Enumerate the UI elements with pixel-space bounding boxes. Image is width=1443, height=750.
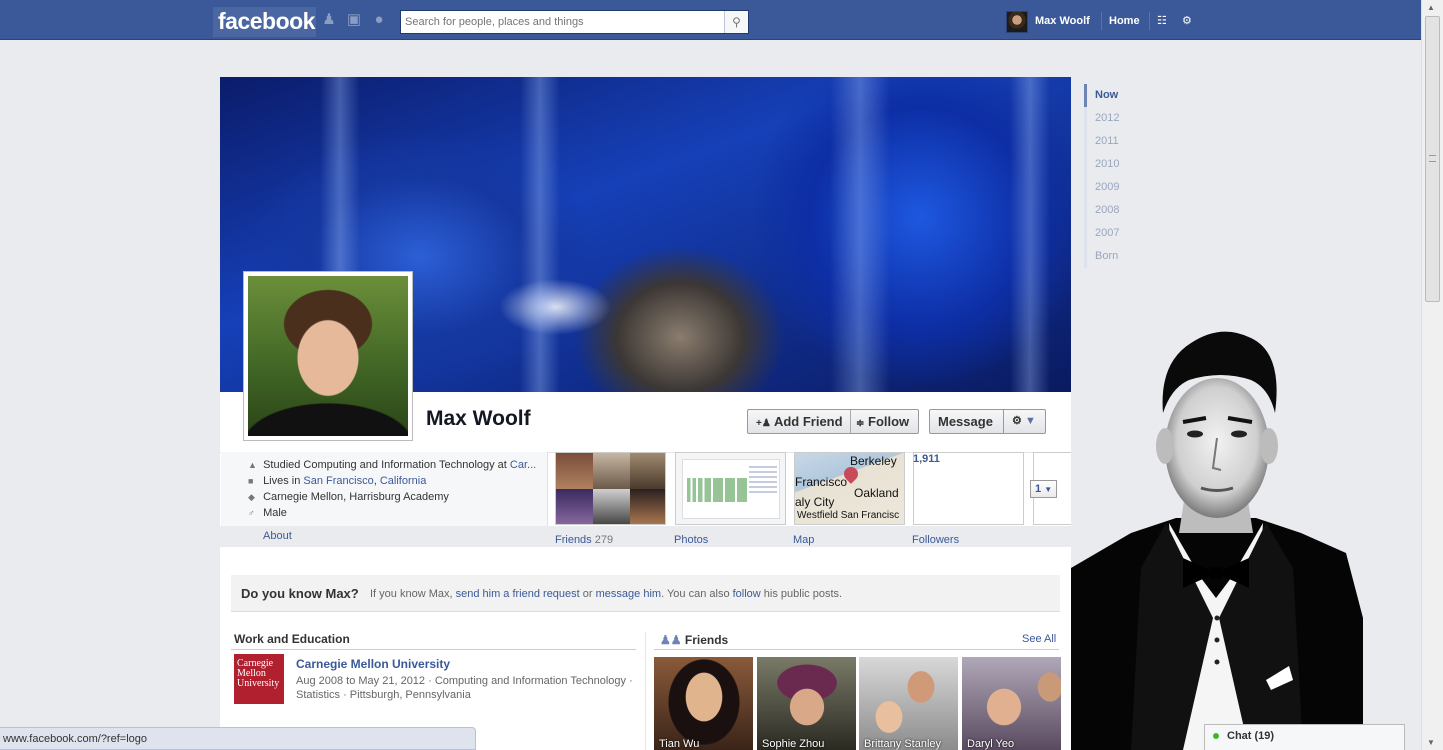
state-link[interactable]: California [380,475,426,487]
followers-count[interactable]: 1,911 [913,453,940,465]
send-friend-request-link[interactable]: send him a friend request [456,588,580,600]
friends-thumbnail[interactable] [555,452,666,525]
year-link[interactable]: Born [1087,245,1134,268]
year-link[interactable]: 2009 [1087,176,1134,199]
followers-thumb-label[interactable]: Followers [912,534,959,546]
work-education-title: Work and Education [234,632,350,646]
privacy-icon[interactable]: ☷ [1157,14,1167,27]
facebook-logo[interactable]: facebook [213,7,316,37]
education-icon: ▲ [248,460,257,470]
follow-button[interactable]: ≑ Follow [856,410,909,433]
photos-thumbnail[interactable] [675,452,786,525]
male-icon: ♂ [248,508,255,518]
scroll-grip-icon [1429,155,1436,162]
school-description: Aug 2008 to May 21, 2012 · Computing and… [296,675,633,701]
profile-name[interactable]: Max Woolf [426,407,531,431]
info-schools: ◆ Carnegie Mellon, Harrisburg Academy [248,491,449,503]
divider [1101,12,1102,30]
year-link[interactable]: 2007 [1087,222,1134,245]
messages-icon[interactable]: ▣ [345,11,363,29]
friend-tile[interactable]: Tian Wu [654,657,753,750]
year-link[interactable]: 2008 [1087,199,1134,222]
search-box: ⚲ [400,10,749,34]
year-link[interactable]: 2011 [1087,130,1134,153]
gear-icon: ⚙ [1012,415,1022,427]
friend-requests-icon[interactable]: ♟ [320,11,338,29]
scrollbar[interactable]: ▲ ▼ [1421,0,1443,750]
follow-link[interactable]: follow [733,588,761,600]
thumbnail-pager[interactable]: 1 ▼ [1030,480,1057,498]
friend-follow-buttons: +♟ Add Friend ≑ Follow [747,409,919,434]
search-icon[interactable]: ⚲ [724,11,748,33]
friends-icon: ♟♟ [660,633,682,647]
year-link[interactable]: Now [1084,84,1134,107]
timeline-year-nav: Now 2012 2011 2010 2009 2008 2007 Born [1084,84,1134,268]
scroll-thumb[interactable] [1425,16,1440,302]
profile-options-button[interactable]: ⚙ ▼ [1003,409,1046,434]
message-him-link[interactable]: message him [596,588,661,600]
city-link[interactable]: San Francisco [303,475,373,487]
info-education: ▲ Studied Computing and Information Tech… [248,459,537,471]
friend-tile[interactable]: Daryl Yeo [962,657,1061,750]
message-button[interactable]: Message [929,409,1004,434]
cmu-logo[interactable]: Carnegie Mellon University [234,654,284,704]
rss-icon: ≑ [856,418,865,429]
info-gender: ♂ Male [248,507,287,519]
add-friend-icon: +♟ [756,418,771,429]
map-thumb-label[interactable]: Map [793,534,814,546]
user-avatar[interactable] [1006,11,1028,33]
online-icon [1213,733,1219,739]
top-bar: facebook ♟ ▣ ● ⚲ Max Woolf Home ☷ ⚙ [0,0,1421,40]
scroll-up-icon[interactable]: ▲ [1427,3,1435,12]
browser-status-bar: www.facebook.com/?ref=logo [0,727,476,750]
friends-thumb-label[interactable]: Friends 279 [555,534,613,546]
add-friend-button[interactable]: +♟ Add Friend [756,410,843,433]
profile-picture[interactable] [243,271,413,441]
home-link[interactable]: Home [1109,15,1140,27]
school-link[interactable]: Car... [510,459,536,471]
year-link[interactable]: 2010 [1087,153,1134,176]
chevron-down-icon: ▼ [1044,485,1053,494]
friend-tile[interactable]: Brittany Stanley [859,657,958,750]
settings-gear-icon[interactable]: ⚙ [1182,14,1192,27]
photos-thumb-label[interactable]: Photos [674,534,708,546]
divider [1149,12,1150,30]
user-name-link[interactable]: Max Woolf [1035,15,1090,27]
year-link[interactable]: 2012 [1087,107,1134,130]
chevron-down-icon: ▼ [1024,415,1036,427]
do-you-know-text: If you know Max, send him a friend reque… [370,588,843,600]
friend-tile[interactable]: Sophie Zhou [757,657,856,750]
home-icon: ■ [248,476,254,486]
scroll-down-icon[interactable]: ▼ [1427,738,1435,747]
map-thumbnail[interactable]: Berkeley Francisco Oakland aly City West… [794,452,905,525]
overlay-portrait-image [1071,318,1363,750]
about-link[interactable]: About [263,530,292,542]
school-name-link[interactable]: Carnegie Mellon University [296,657,450,671]
friends-section-title: ♟♟ Friends [660,633,729,647]
notifications-icon[interactable]: ● [370,11,388,29]
see-all-friends-link[interactable]: See All [1022,633,1056,645]
do-you-know-title: Do you know Max? [241,586,359,601]
chat-bar[interactable]: Chat (19) [1204,724,1405,750]
search-input[interactable] [401,11,721,33]
info-location: ■ Lives in San Francisco, California [248,475,427,487]
schools-icon: ◆ [248,492,255,502]
